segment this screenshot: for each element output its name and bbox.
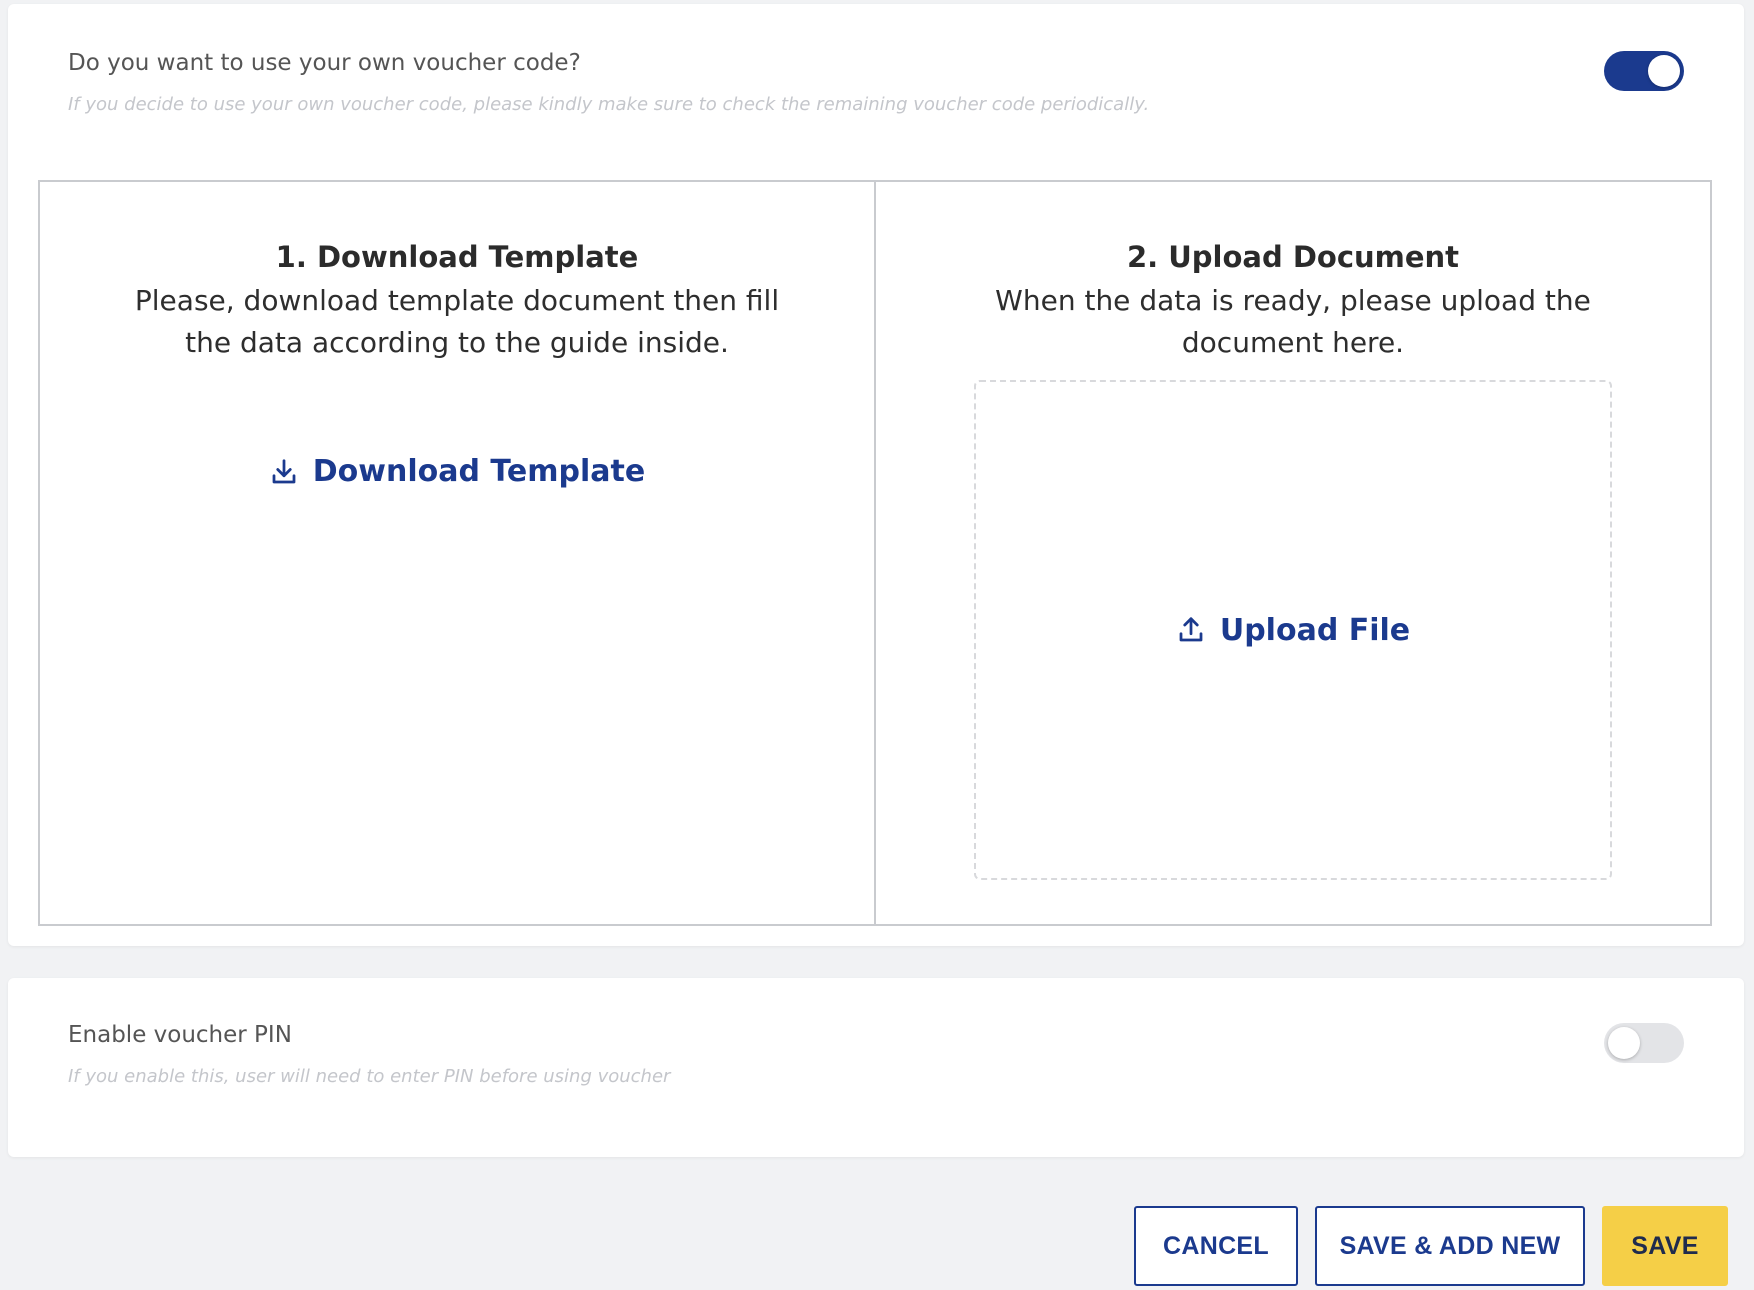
- upload-dropzone[interactable]: Upload File: [974, 380, 1612, 880]
- download-panel-description: Please, download template document then …: [134, 284, 780, 359]
- upload-document-panel: 2. Upload Document When the data is read…: [874, 180, 1712, 926]
- download-template-label: Download Template: [312, 454, 646, 489]
- voucher-pin-hint: If you enable this, user will need to en…: [68, 1066, 671, 1087]
- upload-file-label: Upload File: [1219, 612, 1411, 648]
- toggle-knob: [1648, 55, 1680, 87]
- toggle-knob: [1608, 1027, 1640, 1059]
- cancel-button[interactable]: CANCEL: [1134, 1206, 1298, 1286]
- upload-icon: [1179, 617, 1203, 642]
- own-voucher-code-title: Do you want to use your own voucher code…: [68, 50, 581, 76]
- upload-panel-title: 2. Upload Document: [1126, 240, 1460, 274]
- upload-file-link[interactable]: Upload File: [1176, 613, 1410, 648]
- upload-panel-description: When the data is ready, please upload th…: [995, 284, 1591, 359]
- own-voucher-code-card: Do you want to use your own voucher code…: [8, 4, 1744, 946]
- voucher-pin-card: Enable voucher PIN If you enable this, u…: [8, 978, 1744, 1157]
- download-template-link[interactable]: Download Template: [40, 454, 874, 489]
- download-icon: [272, 458, 296, 483]
- own-voucher-code-hint: If you decide to use your own voucher co…: [68, 94, 1150, 115]
- download-panel-title: 1. Download Template: [275, 240, 639, 274]
- save-button[interactable]: SAVE: [1602, 1206, 1728, 1286]
- download-template-panel: 1. Download Template Please, download te…: [38, 180, 876, 926]
- voucher-pin-title: Enable voucher PIN: [68, 1022, 292, 1048]
- own-voucher-code-toggle[interactable]: [1604, 51, 1684, 91]
- template-upload-panels: 1. Download Template Please, download te…: [38, 180, 1714, 926]
- voucher-pin-toggle[interactable]: [1604, 1023, 1684, 1063]
- save-and-add-new-button[interactable]: SAVE & ADD NEW: [1315, 1206, 1585, 1286]
